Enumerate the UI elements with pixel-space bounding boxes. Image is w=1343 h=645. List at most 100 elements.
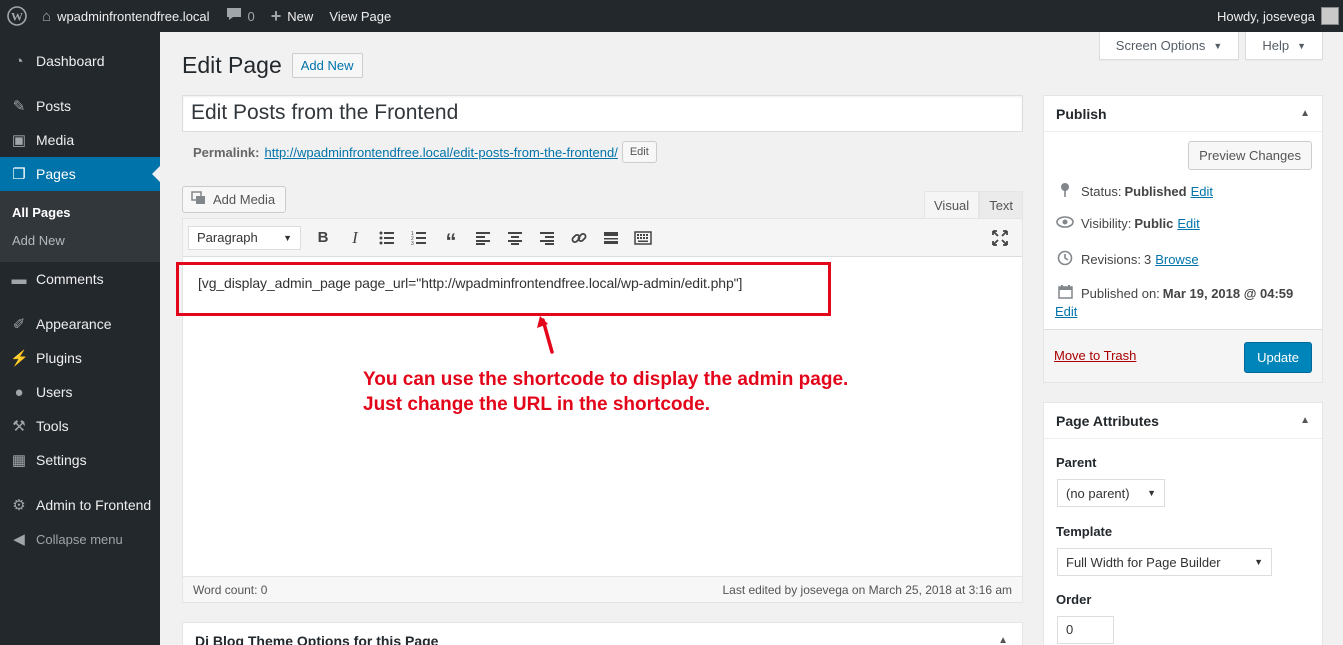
status-row: Status: Published Edit (1056, 182, 1213, 201)
bold-icon[interactable]: B (307, 224, 339, 252)
new-content-link[interactable]: + New (263, 0, 322, 32)
fullscreen-icon[interactable] (984, 224, 1016, 252)
revisions-row: Revisions: 3 Browse (1056, 250, 1199, 269)
sidebar-item-users[interactable]: ● Users (0, 375, 160, 409)
caret-down-icon: ▼ (1213, 40, 1223, 51)
publish-box-header[interactable]: Publish ▲ (1044, 96, 1322, 132)
align-center-icon[interactable] (499, 224, 531, 252)
browse-revisions-link[interactable]: Browse (1155, 252, 1198, 267)
sidebar-item-appearance[interactable]: ✐ Appearance (0, 307, 160, 341)
sidebar-item-comments[interactable]: ▬ Comments (0, 262, 160, 296)
wordpress-logo-icon[interactable]: W (0, 0, 34, 32)
sidebar-item-label: Media (36, 132, 75, 148)
submenu-all-pages[interactable]: All Pages (0, 198, 160, 226)
comments-count: 0 (247, 8, 255, 24)
permalink-url[interactable]: http://wpadminfrontendfree.local/edit-po… (264, 145, 617, 160)
move-to-trash-link[interactable]: Move to Trash (1054, 348, 1136, 363)
caret-down-icon: ▼ (283, 232, 292, 243)
theme-options-metabox[interactable]: Di Blog Theme Options for this Page ▲ (182, 622, 1023, 645)
help-label: Help (1262, 38, 1290, 53)
italic-icon[interactable]: I (339, 224, 371, 252)
published-on-edit-link[interactable]: Edit (1055, 304, 1077, 319)
sidebar-item-label: Settings (36, 452, 87, 468)
read-more-icon[interactable] (595, 224, 627, 252)
numbered-list-icon[interactable]: 123 (403, 224, 435, 252)
sidebar-item-label: Collapse menu (36, 531, 123, 547)
comments-link[interactable]: 0 (218, 0, 263, 32)
help-button[interactable]: Help ▼ (1245, 32, 1323, 60)
format-select[interactable]: Paragraph ▼ (188, 225, 301, 250)
toggle-arrow-icon[interactable]: ▲ (1300, 108, 1310, 119)
post-title-input[interactable]: Edit Posts from the Frontend (182, 95, 1023, 132)
sidebar-item-media[interactable]: ▣ Media (0, 123, 160, 157)
add-media-button[interactable]: Add Media (182, 186, 287, 213)
media-icon: ▣ (11, 132, 27, 149)
tab-visual[interactable]: Visual (924, 191, 980, 219)
update-button[interactable]: Update (1244, 342, 1312, 373)
howdy-text: Howdy, josevega (1216, 8, 1315, 24)
sidebar-item-label: Users (36, 384, 73, 400)
history-icon (1056, 250, 1074, 269)
preview-changes-button[interactable]: Preview Changes (1188, 141, 1312, 170)
site-name-link[interactable]: ⌂ wpadminfrontendfree.local (34, 0, 218, 32)
sidebar-item-tools[interactable]: ⚒ Tools (0, 409, 160, 443)
sidebar-item-pages[interactable]: ❐ Pages (0, 157, 160, 191)
toolbar-toggle-icon[interactable] (627, 224, 659, 252)
publish-actions: Move to Trash Update (1044, 329, 1322, 382)
page-attributes-header[interactable]: Page Attributes ▲ (1044, 403, 1322, 439)
sidebar-item-label: Dashboard (36, 53, 105, 69)
blockquote-icon[interactable]: “ (435, 224, 467, 254)
toggle-arrow-icon[interactable]: ▲ (998, 635, 1008, 645)
add-new-button[interactable]: Add New (291, 53, 363, 78)
parent-select[interactable]: (no parent) ▼ (1057, 479, 1165, 507)
publish-title: Publish (1056, 105, 1107, 122)
my-account-link[interactable]: Howdy, josevega (1209, 0, 1343, 32)
admin-bar: W ⌂ wpadminfrontendfree.local 0 + New Vi… (0, 0, 1343, 32)
screen-options-label: Screen Options (1115, 38, 1206, 53)
format-select-value: Paragraph (197, 230, 258, 245)
permalink-edit-button[interactable]: Edit (621, 141, 657, 163)
sidebar-item-plugins[interactable]: ⚡ Plugins (0, 341, 160, 375)
sidebar-item-posts[interactable]: ✎ Posts (0, 89, 160, 123)
bullet-list-icon[interactable] (371, 224, 403, 252)
status-edit-link[interactable]: Edit (1191, 184, 1213, 199)
annotation-highlight-box (176, 262, 831, 316)
revisions-value: 3 (1143, 252, 1152, 267)
annotation-line-1: You can use the shortcode to display the… (363, 369, 849, 390)
align-right-icon[interactable] (531, 224, 563, 252)
page-attributes-title: Page Attributes (1056, 412, 1159, 429)
svg-text:W: W (11, 10, 23, 24)
screen-options-button[interactable]: Screen Options ▼ (1098, 32, 1240, 60)
pages-submenu: All Pages Add New (0, 191, 160, 262)
view-page-link[interactable]: View Page (321, 0, 399, 32)
sidebar-item-admin-to-frontend[interactable]: ⚙ Admin to Frontend (0, 488, 160, 522)
toggle-arrow-icon[interactable]: ▲ (1300, 415, 1310, 426)
svg-text:3: 3 (411, 241, 414, 245)
sidebar-item-dashboard[interactable]: ◔ Dashboard (0, 44, 160, 78)
metabox-title: Di Blog Theme Options for this Page (195, 633, 439, 645)
sidebar-item-label: Admin to Frontend (36, 497, 152, 513)
comment-icon (226, 7, 242, 25)
editor-toolbar: Paragraph ▼ B I 123 “ (183, 219, 1022, 257)
pin-icon (1056, 182, 1074, 201)
status-label: Status: (1081, 184, 1122, 199)
editor-tabs: Visual Text (924, 191, 1024, 219)
comment-icon: ▬ (11, 270, 27, 288)
collapse-menu-button[interactable]: ◀ Collapse menu (0, 522, 160, 556)
published-on-row: Published on: Mar 19, 2018 @ 04:59 (1056, 284, 1293, 302)
permalink-row: Permalink: http://wpadminfrontendfree.lo… (193, 141, 657, 163)
caret-down-icon: ▼ (1297, 40, 1306, 51)
order-input[interactable]: 0 (1057, 616, 1114, 644)
submenu-add-new[interactable]: Add New (0, 226, 160, 254)
home-icon: ⌂ (42, 7, 52, 25)
tab-text[interactable]: Text (979, 191, 1024, 219)
editor-status-bar: Word count: 0 Last edited by josevega on… (183, 576, 1022, 602)
link-icon[interactable] (563, 224, 595, 252)
align-left-icon[interactable] (467, 224, 499, 252)
visibility-edit-link[interactable]: Edit (1177, 216, 1199, 231)
order-label: Order (1056, 592, 1092, 607)
sidebar-item-settings[interactable]: ▦ Settings (0, 443, 160, 477)
template-select[interactable]: Full Width for Page Builder ▼ (1057, 548, 1272, 576)
sidebar-item-label: Comments (36, 271, 104, 287)
permalink-label: Permalink: (193, 144, 260, 160)
